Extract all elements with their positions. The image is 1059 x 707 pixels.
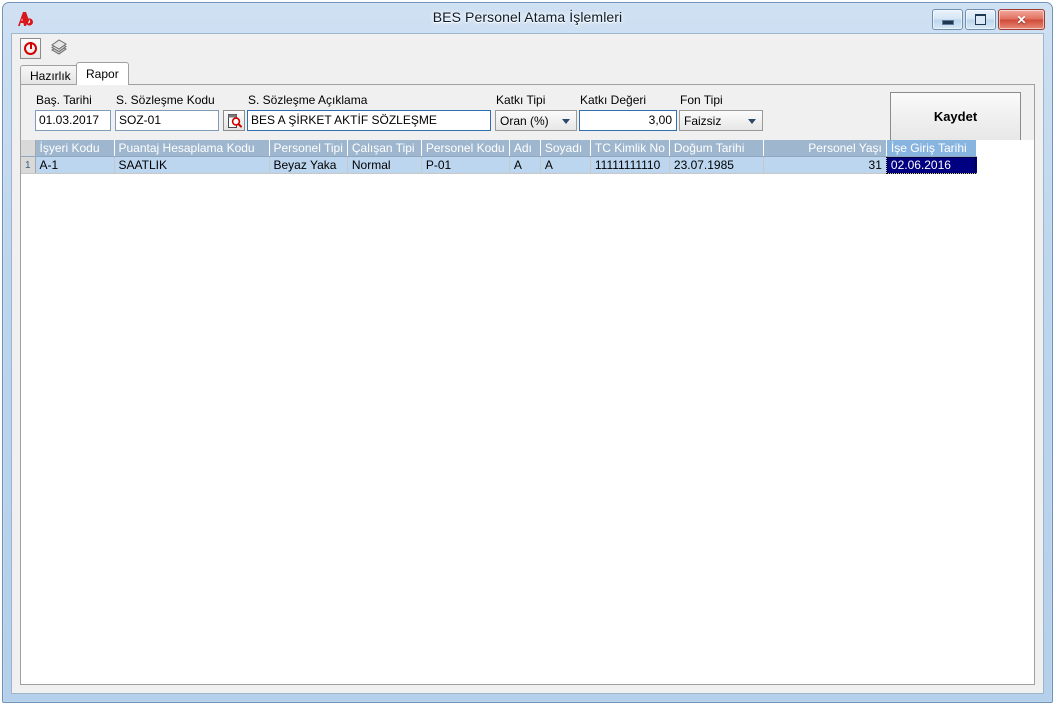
- title-bar: BES Personel Atama İşlemleri ✕: [3, 3, 1052, 33]
- contribution-type-value: Oran (%): [500, 113, 549, 128]
- table-corner-header[interactable]: [21, 140, 36, 157]
- personnel-table: İşyeri Kodu Puantaj Hesaplama Kodu Persone…: [21, 140, 977, 174]
- fund-type-label: Fon Tipi: [680, 93, 723, 107]
- column-header[interactable]: Personel Yaşı: [763, 140, 887, 157]
- column-header[interactable]: Soyadı: [540, 140, 591, 157]
- column-header[interactable]: Personel Kodu: [421, 140, 510, 157]
- table-cell[interactable]: P-01: [421, 156, 510, 174]
- table-cell[interactable]: A: [540, 156, 591, 174]
- row-indicator[interactable]: 1: [21, 156, 36, 174]
- column-header[interactable]: İşe Giriş Tarihi: [886, 140, 977, 157]
- contribution-value-label: Katkı Değeri: [580, 93, 647, 107]
- column-header[interactable]: Adı: [509, 140, 541, 157]
- personnel-grid: İşyeri Kodu Puantaj Hesaplama Kodu Persone…: [21, 140, 1034, 684]
- filter-form: Baş. Tarihi 01.03.2017 S. Sözleşme Kodu …: [21, 85, 1034, 141]
- fund-type-value: Faizsiz: [684, 113, 722, 128]
- contract-code-input[interactable]: SOZ-01: [115, 110, 219, 131]
- contribution-type-select[interactable]: Oran (%): [495, 110, 577, 131]
- contract-lookup-button[interactable]: [223, 110, 245, 131]
- table-cell[interactable]: 11111111110: [590, 156, 670, 174]
- table-cell[interactable]: 23.07.1985: [669, 156, 764, 174]
- column-header[interactable]: TC Kimlik No: [590, 140, 670, 157]
- minimize-icon: [941, 20, 954, 25]
- save-button[interactable]: Kaydet: [890, 92, 1021, 141]
- start-date-input[interactable]: 01.03.2017: [35, 110, 111, 131]
- exit-button[interactable]: [20, 37, 41, 59]
- contract-desc-label: S. Sözleşme Açıklama: [248, 93, 368, 107]
- chevron-down-icon: [748, 119, 756, 124]
- tab-panel-rapor: Baş. Tarihi 01.03.2017 S. Sözleşme Kodu …: [20, 84, 1035, 685]
- window-body: Hazırlık Rapor Baş. Tarihi 01.03.2017 S.…: [11, 33, 1044, 694]
- window-title: BES Personel Atama İşlemleri: [432, 9, 623, 25]
- tab-rapor[interactable]: Rapor: [76, 62, 129, 85]
- close-button[interactable]: ✕: [998, 9, 1045, 30]
- table-body: 1 A-1 SAATLIK Beyaz Yaka Normal P-01 A A 1111111…: [21, 156, 977, 174]
- table-cell[interactable]: 02.06.2016: [886, 156, 977, 174]
- layers-button[interactable]: [48, 38, 69, 59]
- table-cell[interactable]: Normal: [347, 156, 422, 174]
- table-cell[interactable]: SAATLIK: [114, 156, 270, 174]
- toolbar: [12, 34, 1043, 62]
- tab-strip: Hazırlık Rapor: [12, 62, 1043, 85]
- window-controls: ✕: [932, 9, 1045, 30]
- contribution-type-label: Katkı Tipi: [496, 93, 546, 107]
- layers-icon: [50, 39, 67, 55]
- table-cell[interactable]: A-1: [35, 156, 115, 174]
- table-row[interactable]: 1 A-1 SAATLIK Beyaz Yaka Normal P-01 A A 1111111…: [21, 156, 977, 174]
- column-header[interactable]: Çalışan Tipi: [347, 140, 422, 157]
- column-header[interactable]: Puantaj Hesaplama Kodu: [114, 140, 270, 157]
- power-icon: [24, 41, 37, 55]
- maximize-icon: [975, 14, 986, 25]
- application-window: BES Personel Atama İşlemleri ✕ Hazırlık …: [2, 2, 1053, 703]
- chevron-down-icon: [562, 119, 570, 124]
- column-header[interactable]: Doğum Tarihi: [669, 140, 764, 157]
- maximize-button[interactable]: [965, 9, 996, 30]
- contract-desc-input[interactable]: BES A ŞİRKET AKTİF SÖZLEŞME: [247, 110, 491, 131]
- column-header[interactable]: Personel Tipi: [269, 140, 348, 157]
- contribution-value-input[interactable]: 3,00: [579, 110, 677, 131]
- contract-code-label: S. Sözleşme Kodu: [116, 93, 215, 107]
- document-search-icon: [228, 113, 242, 128]
- column-header[interactable]: İşyeri Kodu: [35, 140, 115, 157]
- start-date-label: Baş. Tarihi: [36, 93, 92, 107]
- table-cell[interactable]: 31: [763, 156, 887, 174]
- table-header-row: İşyeri Kodu Puantaj Hesaplama Kodu Persone…: [21, 140, 977, 157]
- table-cell[interactable]: A: [509, 156, 541, 174]
- table-cell[interactable]: Beyaz Yaka: [269, 156, 348, 174]
- fund-type-select[interactable]: Faizsiz: [679, 110, 763, 131]
- tab-hazirlik[interactable]: Hazırlık: [20, 65, 81, 85]
- minimize-button[interactable]: [932, 9, 963, 30]
